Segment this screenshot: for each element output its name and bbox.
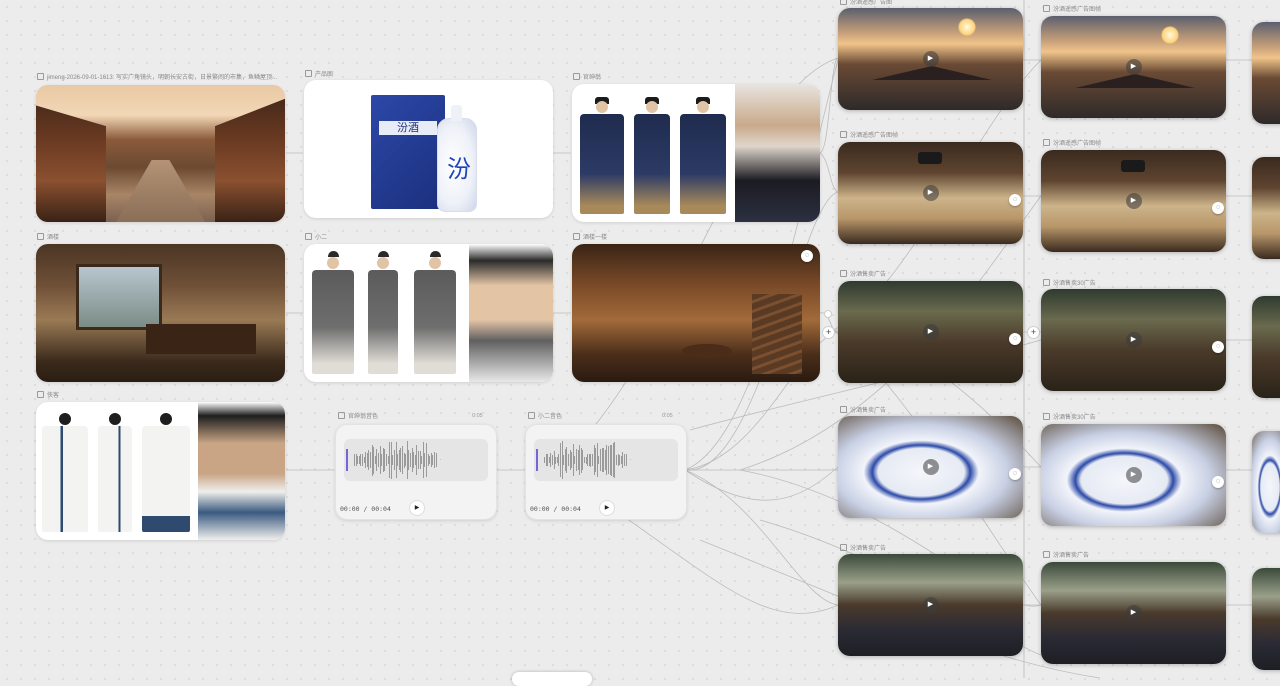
video-label: 汾酒售卖广告 (840, 544, 886, 553)
video-node[interactable]: ▶ ◌ (1041, 424, 1226, 526)
official-figure-side (634, 97, 670, 214)
video-label: 汾酒售卖广告 (1043, 551, 1089, 560)
audio-time: 00:00 / 00:04 (530, 505, 581, 513)
image-node-inn[interactable] (36, 244, 285, 382)
video-label: 汾酒遥感广告图 (840, 0, 892, 7)
waveform[interactable] (344, 439, 488, 481)
node-label-inn: 酒楼 (37, 233, 59, 242)
play-icon[interactable]: ▶ (922, 324, 939, 340)
wine-bottle-image: 汾 (437, 105, 477, 212)
swordsman-figure-back (142, 413, 190, 532)
wine-box-brand: 汾酒 (379, 121, 437, 135)
video-label: 汾酒遥感广告图帧 (840, 131, 898, 140)
add-connection-button[interactable]: + (822, 326, 835, 339)
official-figure-front (580, 97, 624, 214)
video-node-partial[interactable] (1252, 296, 1280, 398)
image-node-waiter[interactable] (304, 244, 553, 382)
audio-label-official: 官绅翁音色 (338, 412, 378, 421)
play-button[interactable]: ▶ (409, 500, 425, 516)
hall-node-comment-icon[interactable]: ◌ (801, 250, 813, 262)
video-comment-icon[interactable]: ◌ (1009, 468, 1021, 480)
waiter-figure-side (368, 251, 398, 374)
video-label: 汾酒遥感广告图帧 (1043, 5, 1101, 14)
video-label: 汾酒遥感广告图帧 (1043, 139, 1101, 148)
node-label-product: 产品图 (305, 70, 333, 79)
audio-duration-official: 0:05 (472, 413, 483, 419)
node-label-waiter: 小二 (305, 233, 327, 242)
image-node-official[interactable] (572, 84, 820, 222)
play-icon[interactable]: ▶ (1125, 332, 1142, 348)
node-label-street: jimeng-2026-09-01-1613: 写实广角镜头，明朝长安古街，日景… (37, 73, 277, 82)
video-label: 汾酒售卖广告 (840, 406, 886, 415)
image-node-street[interactable] (36, 85, 285, 222)
waiter-portrait (469, 244, 553, 382)
video-node[interactable]: ▶ ◌ (1041, 289, 1226, 391)
audio-duration-waiter: 0:05 (662, 413, 673, 419)
wine-bottle-mark: 汾 (447, 155, 471, 183)
video-node[interactable]: ▶ (1041, 16, 1226, 118)
wine-box-image: 汾酒 (371, 95, 445, 209)
official-figure-back (680, 97, 726, 214)
image-node-product[interactable]: 汾酒 汾 (304, 80, 553, 218)
video-node-partial[interactable] (1252, 568, 1280, 670)
audio-time: 00:00 / 00:04 (340, 505, 391, 513)
waveform[interactable] (534, 439, 678, 481)
audio-node-waiter[interactable]: 00:00 / 00:04 ▶ (525, 424, 687, 520)
video-node-partial[interactable] (1252, 22, 1280, 124)
play-icon[interactable]: ▶ (922, 51, 939, 67)
video-node-partial[interactable] (1252, 157, 1280, 259)
video-node[interactable]: ▶ ◌ (1041, 150, 1226, 252)
node-label-official: 官绅翁 (573, 73, 601, 82)
audio-label-waiter: 小二音色 (528, 412, 562, 421)
video-label: 汾酒售卖广告 (840, 270, 886, 279)
play-icon[interactable]: ▶ (1125, 605, 1142, 621)
play-icon[interactable]: ▶ (922, 185, 939, 201)
play-button[interactable]: ▶ (599, 500, 615, 516)
play-icon[interactable]: ▶ (1125, 193, 1142, 209)
image-node-swordsman[interactable] (36, 402, 285, 540)
play-icon[interactable]: ▶ (1125, 467, 1142, 483)
play-icon[interactable]: ▶ (1125, 59, 1142, 75)
video-label: 汾酒售卖30广告 (1043, 279, 1096, 288)
video-label: 汾酒售卖30广告 (1043, 413, 1096, 422)
node-label-hall: 酒楼一楼 (573, 233, 607, 242)
image-node-hall[interactable] (572, 244, 820, 382)
audio-node-official[interactable]: 00:00 / 00:04 ▶ (335, 424, 497, 520)
video-comment-icon[interactable]: ◌ (1212, 202, 1224, 214)
video-comment-icon[interactable]: ◌ (1009, 194, 1021, 206)
video-node-partial[interactable] (1252, 431, 1280, 533)
bottom-toolbar[interactable] (512, 672, 592, 686)
video-comment-icon[interactable]: ◌ (1212, 476, 1224, 488)
video-node[interactable]: ▶ ◌ (838, 416, 1023, 518)
video-node[interactable]: ▶ ◌ (838, 142, 1023, 244)
add-connection-button[interactable]: + (1027, 326, 1040, 339)
video-comment-icon[interactable]: ◌ (1212, 341, 1224, 353)
waiter-figure-back (414, 251, 456, 374)
video-node[interactable]: ▶ (1041, 562, 1226, 664)
video-node[interactable]: ▶ (838, 8, 1023, 110)
node-label-swordsman: 侠客 (37, 391, 59, 400)
video-node[interactable]: ▶ (838, 554, 1023, 656)
video-comment-icon[interactable]: ◌ (1009, 333, 1021, 345)
connection-port[interactable] (824, 310, 832, 318)
play-icon[interactable]: ▶ (922, 459, 939, 475)
video-node[interactable]: ▶ ◌ (838, 281, 1023, 383)
play-icon[interactable]: ▶ (922, 597, 939, 613)
waiter-figure-front (312, 251, 354, 374)
swordsman-figure-side (98, 413, 132, 532)
official-portrait (735, 84, 820, 222)
swordsman-portrait (198, 402, 285, 540)
swordsman-figure-front (42, 413, 88, 532)
